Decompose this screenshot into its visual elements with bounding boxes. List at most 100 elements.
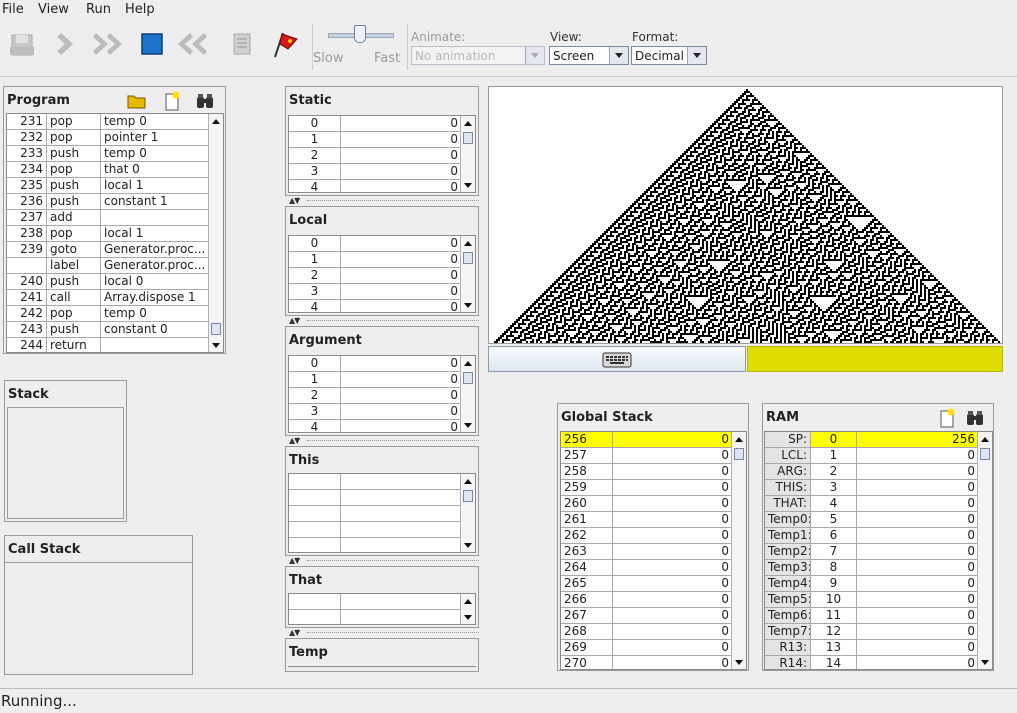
table-row[interactable]: 236 push constant 1: [7, 194, 223, 210]
static-table[interactable]: 0010203040: [288, 115, 476, 193]
splitter[interactable]: ▲▼: [287, 196, 479, 205]
table-row[interactable]: label Generator.proc...: [7, 258, 223, 274]
format-select[interactable]: Decimal: [631, 46, 707, 65]
table-row[interactable]: R13: 13 0: [765, 640, 992, 656]
speed-slider[interactable]: [328, 25, 394, 43]
table-row[interactable]: [289, 474, 475, 490]
table-row[interactable]: 10: [289, 252, 475, 268]
table-row[interactable]: Temp0: 5 0: [765, 512, 992, 528]
table-row[interactable]: 237 add: [7, 210, 223, 226]
that-scrollbar[interactable]: [460, 594, 475, 624]
program-scrollbar[interactable]: [208, 114, 223, 352]
table-row[interactable]: [289, 594, 475, 610]
table-row[interactable]: 40: [289, 420, 475, 432]
breakpoint-flag-icon[interactable]: [266, 26, 302, 62]
table-row[interactable]: 00: [289, 356, 475, 372]
table-row[interactable]: Temp1: 6 0: [765, 528, 992, 544]
program-table[interactable]: 231 pop temp 0 232 pop pointer 1 233 push temp 0…: [6, 113, 224, 353]
table-row[interactable]: 235 push local 1: [7, 178, 223, 194]
table-row[interactable]: 240 push local 0: [7, 274, 223, 290]
table-row[interactable]: R14: 14 0: [765, 656, 992, 669]
splitter[interactable]: ▲▼: [287, 628, 479, 637]
table-row[interactable]: [289, 490, 475, 506]
splitter[interactable]: ▲▼: [287, 316, 479, 325]
run-icon[interactable]: [92, 26, 128, 62]
table-row[interactable]: THIS: 3 0: [765, 480, 992, 496]
table-row[interactable]: 262 0: [561, 528, 746, 544]
table-row[interactable]: 10: [289, 132, 475, 148]
stop-icon[interactable]: [134, 26, 170, 62]
table-row[interactable]: 261 0: [561, 512, 746, 528]
table-row[interactable]: 260 0: [561, 496, 746, 512]
table-row[interactable]: 40: [289, 300, 475, 312]
table-row[interactable]: 238 pop local 1: [7, 226, 223, 242]
this-scrollbar[interactable]: [460, 474, 475, 552]
menu-file[interactable]: File: [2, 2, 24, 17]
table-row[interactable]: LCL: 1 0: [765, 448, 992, 464]
table-row[interactable]: 270 0: [561, 656, 746, 669]
table-row[interactable]: Temp6: 11 0: [765, 608, 992, 624]
table-row[interactable]: Temp2: 7 0: [765, 544, 992, 560]
table-row[interactable]: 265 0: [561, 576, 746, 592]
table-row[interactable]: 10: [289, 372, 475, 388]
that-table[interactable]: [288, 593, 476, 625]
table-row[interactable]: Temp5: 10 0: [765, 592, 992, 608]
table-row[interactable]: 239 goto Generator.proc...: [7, 242, 223, 258]
table-row[interactable]: 243 push constant 0: [7, 322, 223, 338]
table-row[interactable]: 00: [289, 116, 475, 132]
splitter[interactable]: ▲▼: [287, 556, 479, 565]
table-row[interactable]: Temp7: 12 0: [765, 624, 992, 640]
table-row[interactable]: [289, 506, 475, 522]
table-row[interactable]: 267 0: [561, 608, 746, 624]
table-row[interactable]: 30: [289, 164, 475, 180]
ram-table[interactable]: SP: 0 256 LCL: 1 0 ARG: 2 0 THIS: 3 0 THAT: 4 0 Temp0: 5…: [764, 431, 993, 670]
argument-table[interactable]: 0010203040: [288, 355, 476, 433]
menu-run[interactable]: Run: [86, 2, 111, 17]
table-row[interactable]: 269 0: [561, 640, 746, 656]
table-row[interactable]: 00: [289, 236, 475, 252]
table-row[interactable]: 234 pop that 0: [7, 162, 223, 178]
keyboard-button[interactable]: [488, 346, 746, 372]
binoculars-icon[interactable]: [963, 407, 987, 429]
new-file-icon[interactable]: [159, 90, 185, 112]
argument-scrollbar[interactable]: [460, 356, 475, 432]
table-row[interactable]: Temp4: 9 0: [765, 576, 992, 592]
single-step-icon[interactable]: [50, 26, 86, 62]
table-row[interactable]: 241 call Array.dispose 1: [7, 290, 223, 306]
table-row[interactable]: [289, 538, 475, 552]
view-select[interactable]: Screen: [549, 46, 629, 65]
table-row[interactable]: SP: 0 256: [765, 432, 992, 448]
table-row[interactable]: 244 return: [7, 338, 223, 352]
animate-select[interactable]: No animation: [411, 46, 545, 65]
table-row[interactable]: 242 pop temp 0: [7, 306, 223, 322]
table-row[interactable]: 20: [289, 148, 475, 164]
splitter[interactable]: ▲▼: [287, 436, 479, 445]
open-folder-icon[interactable]: [124, 90, 150, 112]
ram-scrollbar[interactable]: [977, 432, 992, 669]
table-row[interactable]: 259 0: [561, 480, 746, 496]
table-row[interactable]: Temp3: 8 0: [765, 560, 992, 576]
table-row[interactable]: ARG: 2 0: [765, 464, 992, 480]
table-row[interactable]: 233 push temp 0: [7, 146, 223, 162]
table-row[interactable]: 20: [289, 388, 475, 404]
table-row[interactable]: [289, 610, 475, 624]
table-row[interactable]: 256 0: [561, 432, 746, 448]
binoculars-icon[interactable]: [192, 90, 218, 112]
menu-view[interactable]: View: [38, 2, 69, 17]
table-row[interactable]: 30: [289, 284, 475, 300]
table-row[interactable]: 266 0: [561, 592, 746, 608]
local-table[interactable]: 0010203040: [288, 235, 476, 313]
reset-icon[interactable]: [176, 26, 212, 62]
table-row[interactable]: 264 0: [561, 560, 746, 576]
load-program-icon[interactable]: [4, 26, 40, 62]
table-row[interactable]: 263 0: [561, 544, 746, 560]
table-row[interactable]: [289, 522, 475, 538]
global-stack-scrollbar[interactable]: [731, 432, 746, 669]
script-icon[interactable]: [224, 26, 260, 62]
static-scrollbar[interactable]: [460, 116, 475, 192]
table-row[interactable]: 268 0: [561, 624, 746, 640]
table-row[interactable]: 258 0: [561, 464, 746, 480]
table-row[interactable]: 30: [289, 404, 475, 420]
table-row[interactable]: 40: [289, 180, 475, 192]
table-row[interactable]: 257 0: [561, 448, 746, 464]
